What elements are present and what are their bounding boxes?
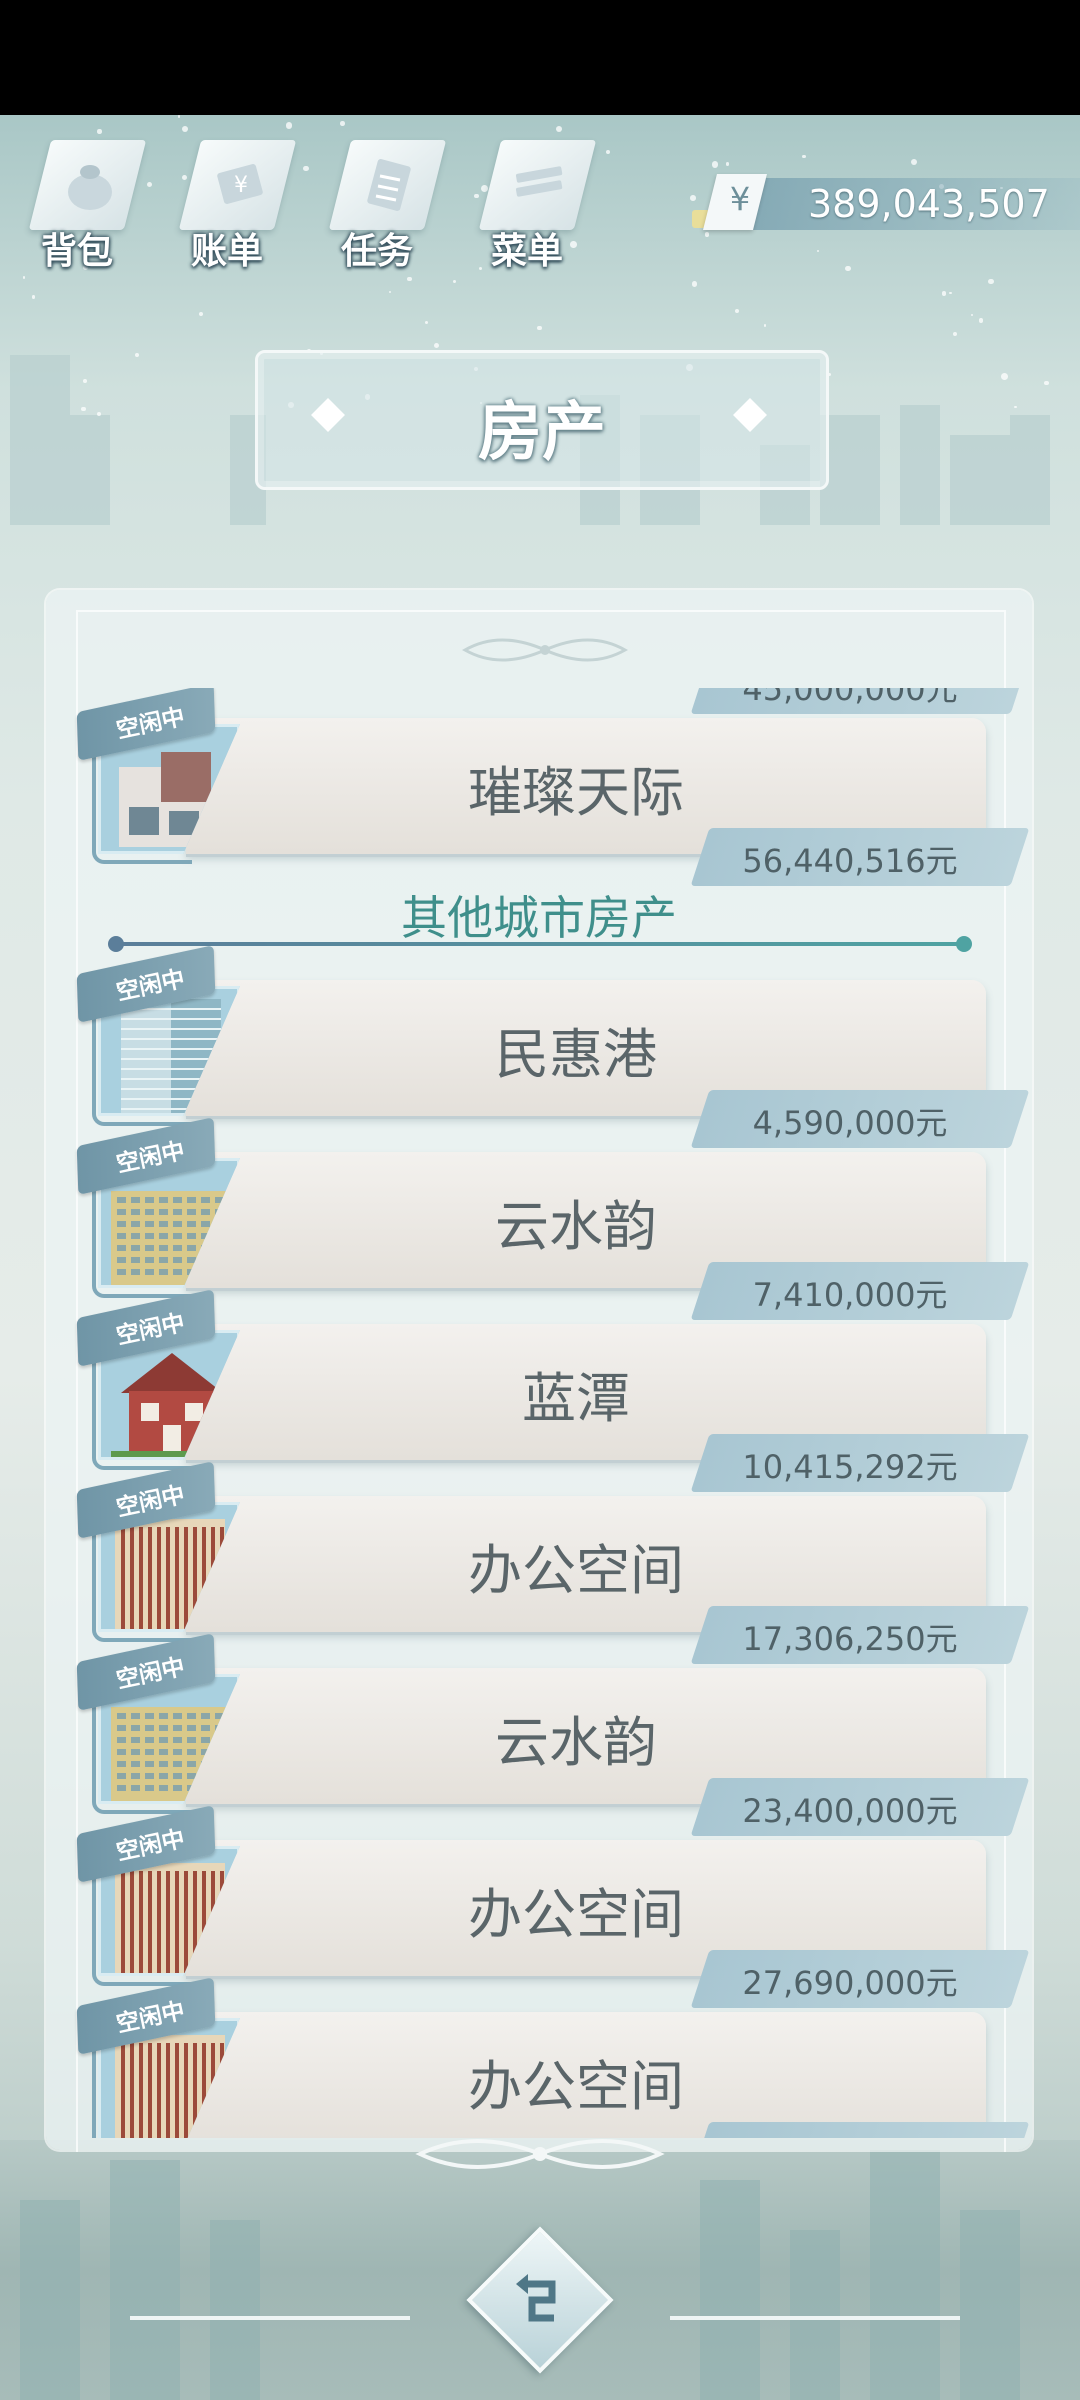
property-name: 民惠港	[495, 1023, 657, 1086]
bag-label: 背包	[40, 231, 113, 272]
back-button[interactable]	[466, 2226, 614, 2374]
svg-text:¥: ¥	[234, 173, 248, 198]
yen-icon: ¥	[729, 180, 751, 218]
property-card[interactable]: 璀璨天际 56,440,516元 空闲中	[46, 688, 1032, 886]
ornament-icon	[415, 2139, 665, 2169]
menu-button[interactable]: 菜单	[472, 130, 602, 272]
divider-dot	[956, 936, 972, 952]
property-price: 7,410,000元	[752, 1276, 948, 1314]
property-price: 10,415,292元	[742, 1448, 958, 1486]
property-name: 办公空间	[468, 1883, 684, 1946]
bag-icon	[68, 165, 112, 210]
bill-button[interactable]: ¥ 账单	[172, 130, 302, 272]
property-price: 33,150,000元	[700, 2130, 1000, 2138]
divider	[114, 942, 964, 946]
money-amount: 389,043,507	[808, 182, 1050, 226]
property-price: 45,000,000元	[742, 688, 958, 708]
menu-icon	[515, 166, 563, 197]
property-name: 云水韵	[495, 1195, 657, 1258]
property-price: 17,306,250元	[742, 1620, 958, 1658]
property-name: 蓝潭	[522, 1367, 630, 1430]
divider	[130, 2316, 410, 2320]
property-price: 56,440,516元	[742, 842, 958, 880]
divider-dot	[108, 936, 124, 952]
property-name: 办公空间	[468, 2055, 684, 2118]
menu-label: 菜单	[490, 231, 563, 272]
task-label: 任务	[340, 231, 413, 272]
bag-button[interactable]: 背包	[22, 130, 152, 272]
property-price: 4,590,000元	[752, 1104, 948, 1142]
property-price: 23,400,000元	[742, 1792, 958, 1830]
status-bar	[0, 0, 1080, 115]
bill-icon: ¥	[217, 164, 263, 204]
section-title: 其他城市房产	[401, 891, 677, 945]
page-title: 房产	[478, 396, 606, 470]
section-header: 其他城市房产	[46, 882, 1032, 952]
property-list[interactable]: 45,000,000元 璀璨天际 56,440,516元 空闲中 其他城市房产 民惠港 4,…	[46, 688, 1032, 2138]
property-name: 璀璨天际	[468, 761, 684, 824]
back-arrow-icon	[516, 2274, 556, 2322]
property-price: 27,690,000元	[742, 1964, 958, 2002]
task-button[interactable]: 任务	[322, 130, 452, 272]
task-icon	[367, 159, 411, 211]
property-card[interactable]: 办公空间33,150,000元空闲中	[46, 1977, 1032, 2138]
ornament-icon	[461, 638, 629, 662]
title-plaque: 房产	[255, 350, 829, 490]
property-name: 云水韵	[495, 1711, 657, 1774]
bill-label: 账单	[190, 231, 263, 272]
property-name: 办公空间	[468, 1539, 684, 1602]
divider	[670, 2316, 960, 2320]
money-display: ¥ 389,043,507	[690, 174, 1080, 230]
